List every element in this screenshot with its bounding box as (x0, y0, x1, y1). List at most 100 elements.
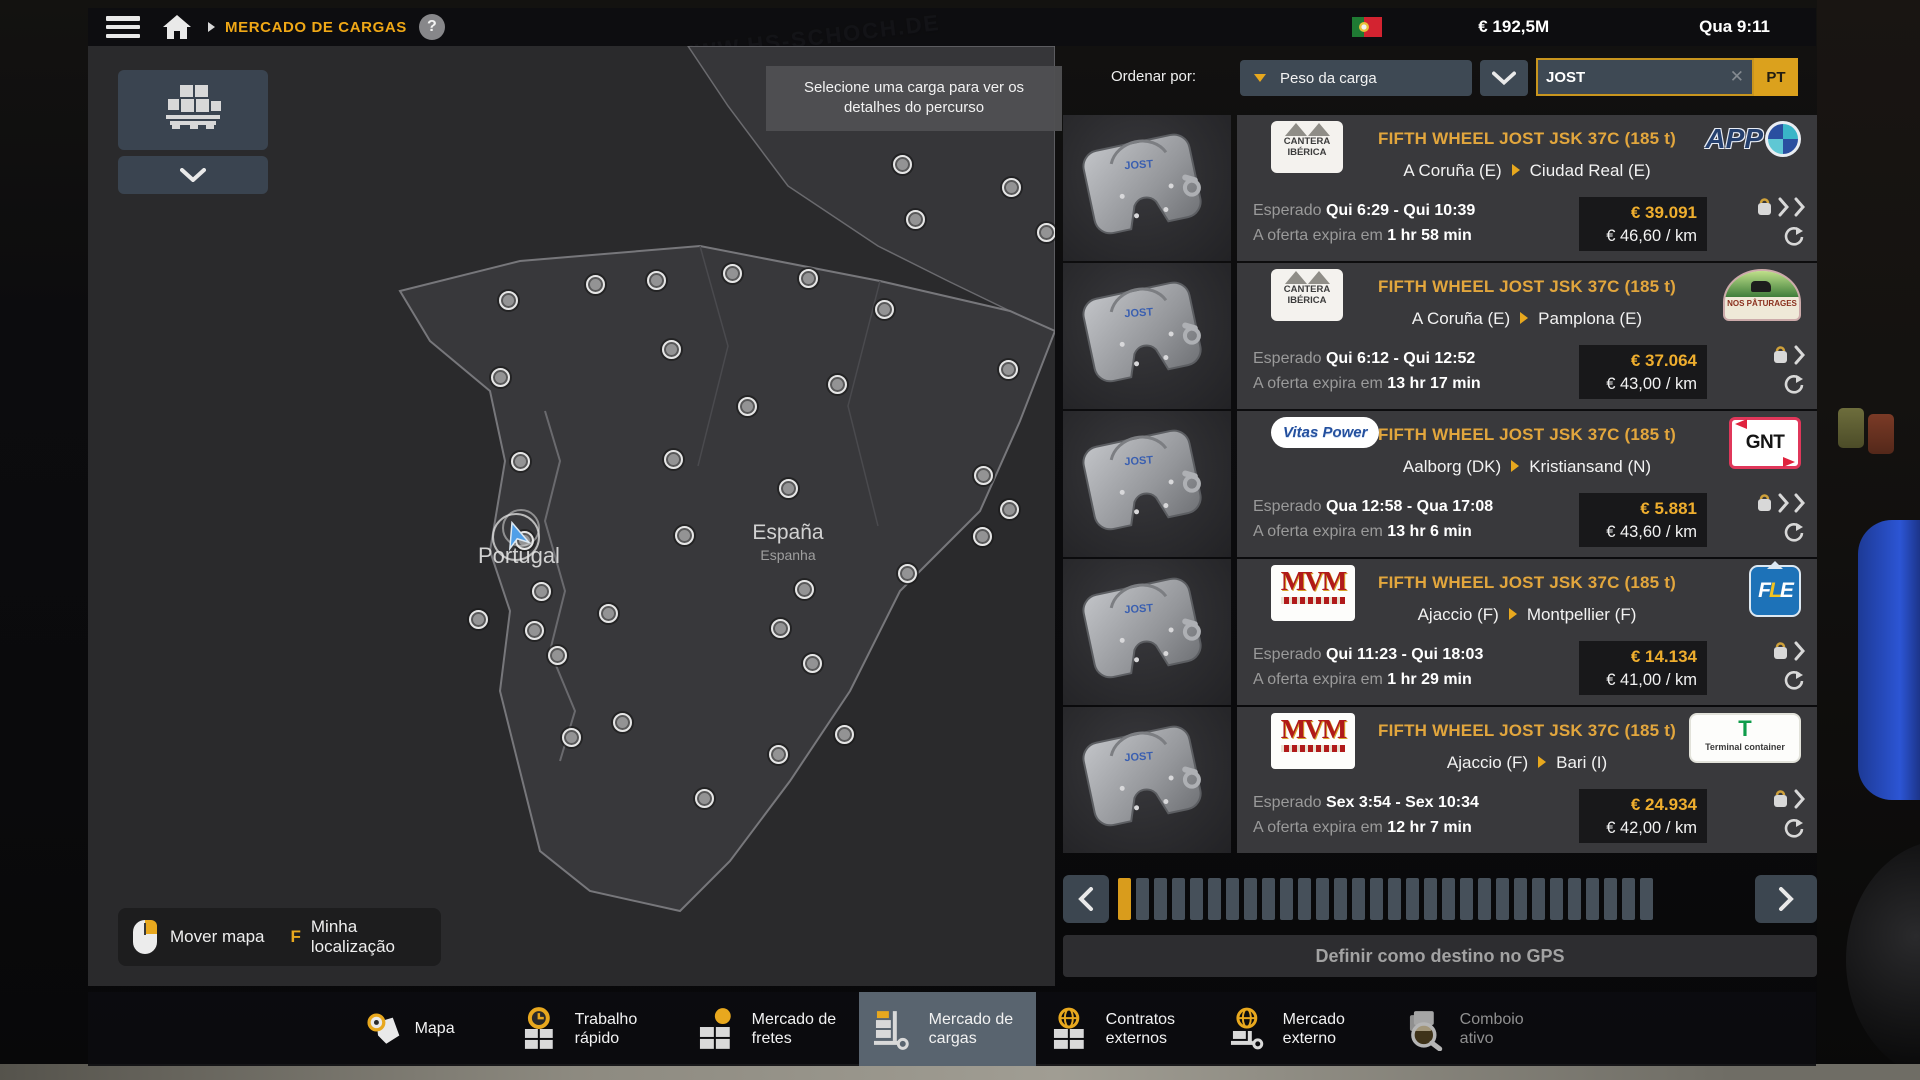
page-block[interactable] (1154, 878, 1167, 920)
map-city-dot[interactable] (803, 654, 822, 673)
map-city-dot[interactable] (999, 360, 1018, 379)
filter-expand-button[interactable] (118, 156, 268, 194)
sort-expand-button[interactable] (1480, 60, 1528, 96)
map-city-dot[interactable] (875, 300, 894, 319)
map-city-dot[interactable] (695, 789, 714, 808)
map-city-dot[interactable] (469, 610, 488, 629)
set-gps-destination-button[interactable]: Definir como destino no GPS (1063, 935, 1817, 977)
map-city-dot[interactable] (898, 564, 917, 583)
page-block[interactable] (1604, 878, 1617, 920)
cargo-times: Esperado Qui 6:12 - Qui 12:52 A oferta e… (1253, 347, 1481, 397)
page-block[interactable] (1262, 878, 1275, 920)
page-block[interactable] (1550, 878, 1563, 920)
map-city-dot[interactable] (664, 450, 683, 469)
map-city-dot[interactable] (675, 526, 694, 545)
price-box: € 24.934 € 42,00 / km (1579, 789, 1707, 843)
map-city-dot[interactable] (511, 452, 530, 471)
page-block[interactable] (1244, 878, 1257, 920)
chevron-down-icon (1492, 71, 1516, 85)
map-city-dot[interactable] (647, 271, 666, 290)
map-city-dot[interactable] (828, 375, 847, 394)
page-block[interactable] (1172, 878, 1185, 920)
page-block[interactable] (1622, 878, 1635, 920)
nav-item-map[interactable]: Mapa (353, 992, 505, 1066)
page-block[interactable] (1208, 878, 1221, 920)
map-city-dot[interactable] (973, 527, 992, 546)
map-city-dot[interactable] (738, 397, 757, 416)
map-city-dot[interactable] (532, 582, 551, 601)
map-city-dot[interactable] (799, 269, 818, 288)
map-city-dot[interactable] (548, 646, 567, 665)
map-city-dot[interactable] (662, 340, 681, 359)
map-city-dot[interactable] (974, 466, 993, 485)
page-block[interactable] (1136, 878, 1149, 920)
search-input[interactable] (1538, 69, 1730, 86)
page-block[interactable] (1496, 878, 1509, 920)
page-block[interactable] (1190, 878, 1203, 920)
page-block[interactable] (1298, 878, 1311, 920)
map-city-dot[interactable] (779, 479, 798, 498)
nav-item-label: Trabalho rápido (575, 1010, 670, 1048)
nav-item-convoy[interactable]: Comboio ativo (1390, 992, 1567, 1066)
route-to: Ciudad Real (E) (1530, 161, 1651, 180)
cargo-card[interactable]: JOST CANTERAIBÉRICA FIFTH WHEEL JOST JSK… (1063, 263, 1817, 409)
page-block[interactable] (1406, 878, 1419, 920)
page-block[interactable] (1568, 878, 1581, 920)
map-city-dot[interactable] (586, 275, 605, 294)
map-city-dot[interactable] (499, 291, 518, 310)
page-block[interactable] (1280, 878, 1293, 920)
map-city-dot[interactable] (906, 210, 925, 229)
page-block[interactable] (1442, 878, 1455, 920)
map-city-dot[interactable] (795, 580, 814, 599)
cargo-card[interactable]: JOST MVM FIFTH WHEEL JOST JSK 37C (185 t… (1063, 707, 1817, 853)
route-map[interactable]: Portugal España Espanha (88, 46, 1055, 986)
map-city-dot[interactable] (562, 728, 581, 747)
my-location-label[interactable]: Minha localização (311, 917, 421, 956)
page-block[interactable] (1460, 878, 1473, 920)
page-block[interactable] (1424, 878, 1437, 920)
page-block[interactable] (1370, 878, 1383, 920)
map-city-dot[interactable] (835, 725, 854, 744)
map-city-dot[interactable] (893, 155, 912, 174)
cargo-card[interactable]: JOST CANTERAIBÉRICA FIFTH WHEEL JOST JSK… (1063, 115, 1817, 261)
page-next-button[interactable] (1755, 875, 1817, 923)
page-block[interactable] (1352, 878, 1365, 920)
nav-item-extmarket[interactable]: Mercado externo (1213, 992, 1390, 1066)
map-city-dot[interactable] (769, 745, 788, 764)
cargo-type-filter-button[interactable] (118, 70, 268, 150)
sort-dropdown[interactable]: Peso da carga (1240, 60, 1472, 96)
map-city-dot[interactable] (613, 713, 632, 732)
page-block[interactable] (1514, 878, 1527, 920)
nav-item-contracts[interactable]: Contratos externos (1036, 992, 1213, 1066)
home-icon[interactable] (162, 14, 192, 40)
map-city-dot[interactable] (771, 619, 790, 638)
nav-item-cargo[interactable]: Mercado de cargas (859, 992, 1036, 1066)
map-city-dot[interactable] (1037, 223, 1055, 242)
map-city-dot[interactable] (525, 621, 544, 640)
clear-search-icon[interactable]: ✕ (1730, 67, 1744, 87)
map-city-dot[interactable] (1000, 500, 1019, 519)
menu-icon[interactable] (106, 16, 140, 38)
page-block[interactable] (1586, 878, 1599, 920)
page-block[interactable] (1478, 878, 1491, 920)
page-block[interactable] (1316, 878, 1329, 920)
money-balance: € 192,5M (1478, 17, 1549, 37)
map-city-dot[interactable] (1002, 178, 1021, 197)
page-prev-button[interactable] (1063, 875, 1109, 923)
page-block[interactable] (1118, 878, 1131, 920)
route-arrow-icon (1512, 164, 1520, 176)
nav-item-freight[interactable]: Mercado de fretes (682, 992, 859, 1066)
help-button[interactable]: ? (419, 14, 445, 40)
map-city-dot[interactable] (723, 264, 742, 283)
map-city-dot[interactable] (491, 368, 510, 387)
page-block[interactable] (1640, 878, 1653, 920)
language-button[interactable]: PT (1754, 58, 1798, 96)
page-block[interactable] (1226, 878, 1239, 920)
page-block[interactable] (1532, 878, 1545, 920)
page-block[interactable] (1388, 878, 1401, 920)
page-block[interactable] (1334, 878, 1347, 920)
map-city-dot[interactable] (599, 604, 618, 623)
nav-item-quickjob[interactable]: Trabalho rápido (505, 992, 682, 1066)
cargo-card[interactable]: JOST MVM FIFTH WHEEL JOST JSK 37C (185 t… (1063, 559, 1817, 705)
cargo-card[interactable]: JOST Vitas Power FIFTH WHEEL JOST JSK 37… (1063, 411, 1817, 557)
